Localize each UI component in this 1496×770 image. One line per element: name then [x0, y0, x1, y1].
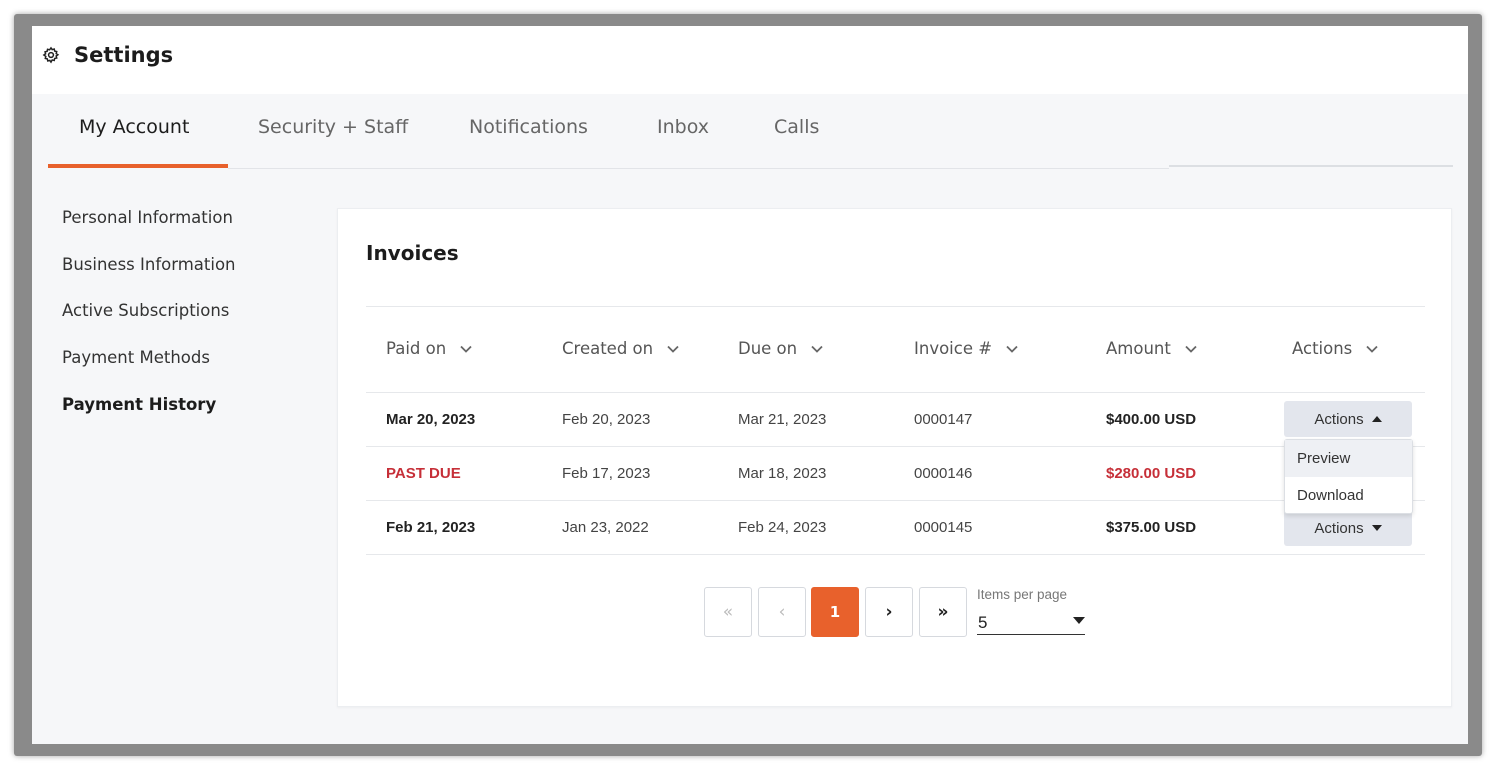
- actions-button-label: Actions: [1314, 519, 1364, 537]
- caret-down-icon: [1073, 617, 1085, 624]
- previous-page-button[interactable]: ‹: [758, 587, 806, 637]
- sidebar-item-active-subscriptions[interactable]: Active Subscriptions: [62, 301, 229, 320]
- column-header-label: Actions: [1292, 339, 1353, 358]
- divider: [366, 446, 1425, 447]
- tab-divider: [228, 168, 1169, 169]
- page-title: Settings: [74, 43, 174, 67]
- column-header-label: Paid on: [386, 339, 447, 358]
- settings-window: Settings My Account Security + Staff Not…: [32, 26, 1468, 744]
- sidebar-item-personal-information[interactable]: Personal Information: [62, 208, 233, 227]
- cell-paid-on: Mar 20, 2023: [386, 411, 476, 428]
- cell-amount: $400.00 USD: [1106, 411, 1197, 428]
- chevron-down-icon: [1006, 345, 1018, 353]
- tab-security-staff[interactable]: Security + Staff: [258, 116, 408, 138]
- caret-down-icon: [1371, 525, 1382, 531]
- items-per-page-value: 5: [978, 613, 988, 632]
- cell-due-on: Mar 21, 2023: [738, 411, 827, 428]
- divider: [366, 554, 1425, 555]
- row-actions-button[interactable]: Actions: [1284, 401, 1412, 437]
- cell-created-on: Feb 20, 2023: [562, 411, 651, 428]
- column-header-invoice-number[interactable]: Invoice #: [914, 339, 1018, 358]
- row-actions-button[interactable]: Actions: [1284, 510, 1412, 546]
- chevron-down-icon: [667, 345, 679, 353]
- cell-amount: $280.00 USD: [1106, 465, 1197, 482]
- tab-divider: [1169, 165, 1453, 167]
- cell-due-on: Feb 24, 2023: [738, 519, 827, 536]
- column-header-due-on[interactable]: Due on: [738, 339, 823, 358]
- tab-notifications[interactable]: Notifications: [469, 116, 588, 138]
- caret-up-icon: [1371, 416, 1382, 422]
- menu-item-preview[interactable]: Preview: [1285, 440, 1412, 477]
- tab-calls[interactable]: Calls: [774, 116, 819, 138]
- last-page-button[interactable]: »: [919, 587, 967, 637]
- column-header-label: Amount: [1106, 339, 1171, 358]
- cell-invoice-number: 0000146: [914, 465, 973, 482]
- first-page-button[interactable]: «: [704, 587, 752, 637]
- active-tab-indicator: [48, 164, 228, 168]
- cell-invoice-number: 0000145: [914, 519, 973, 536]
- sidebar-item-payment-history[interactable]: Payment History: [62, 395, 216, 414]
- tab-inbox[interactable]: Inbox: [657, 116, 709, 138]
- column-header-created-on[interactable]: Created on: [562, 339, 679, 358]
- divider: [366, 392, 1425, 393]
- gear-icon: [42, 46, 60, 64]
- column-header-amount[interactable]: Amount: [1106, 339, 1197, 358]
- cell-paid-on: Feb 21, 2023: [386, 519, 476, 536]
- actions-dropdown-menu: Preview Download: [1284, 439, 1413, 514]
- divider: [366, 306, 1425, 307]
- sidebar-item-payment-methods[interactable]: Payment Methods: [62, 348, 210, 367]
- column-header-label: Created on: [562, 339, 654, 358]
- column-header-actions[interactable]: Actions: [1292, 339, 1378, 358]
- header: Settings: [32, 26, 1468, 94]
- menu-item-download[interactable]: Download: [1285, 477, 1412, 514]
- next-page-button[interactable]: ›: [865, 587, 913, 637]
- column-header-paid-on[interactable]: Paid on: [386, 339, 472, 358]
- tab-my-account[interactable]: My Account: [79, 116, 189, 138]
- cell-due-on: Mar 18, 2023: [738, 465, 827, 482]
- divider: [366, 500, 1425, 501]
- page-button-current[interactable]: 1: [811, 587, 859, 637]
- sidebar-item-business-information[interactable]: Business Information: [62, 255, 236, 274]
- cell-amount: $375.00 USD: [1106, 519, 1197, 536]
- cell-paid-on-past-due: PAST DUE: [386, 465, 461, 482]
- cell-created-on: Feb 17, 2023: [562, 465, 651, 482]
- chevron-down-icon: [811, 345, 823, 353]
- chevron-down-icon: [460, 345, 472, 353]
- cell-invoice-number: 0000147: [914, 411, 973, 428]
- cell-created-on: Jan 23, 2022: [562, 519, 649, 536]
- items-per-page-select[interactable]: 5: [977, 609, 1085, 635]
- column-header-label: Invoice #: [914, 339, 993, 358]
- items-per-page-label: Items per page: [977, 587, 1068, 602]
- chevron-down-icon: [1185, 345, 1197, 353]
- chevron-down-icon: [1366, 345, 1378, 353]
- column-header-label: Due on: [738, 339, 798, 358]
- actions-button-label: Actions: [1314, 410, 1364, 428]
- invoices-card: Invoices Paid on Created on Due on Invoi…: [337, 208, 1452, 707]
- invoices-title: Invoices: [366, 241, 459, 265]
